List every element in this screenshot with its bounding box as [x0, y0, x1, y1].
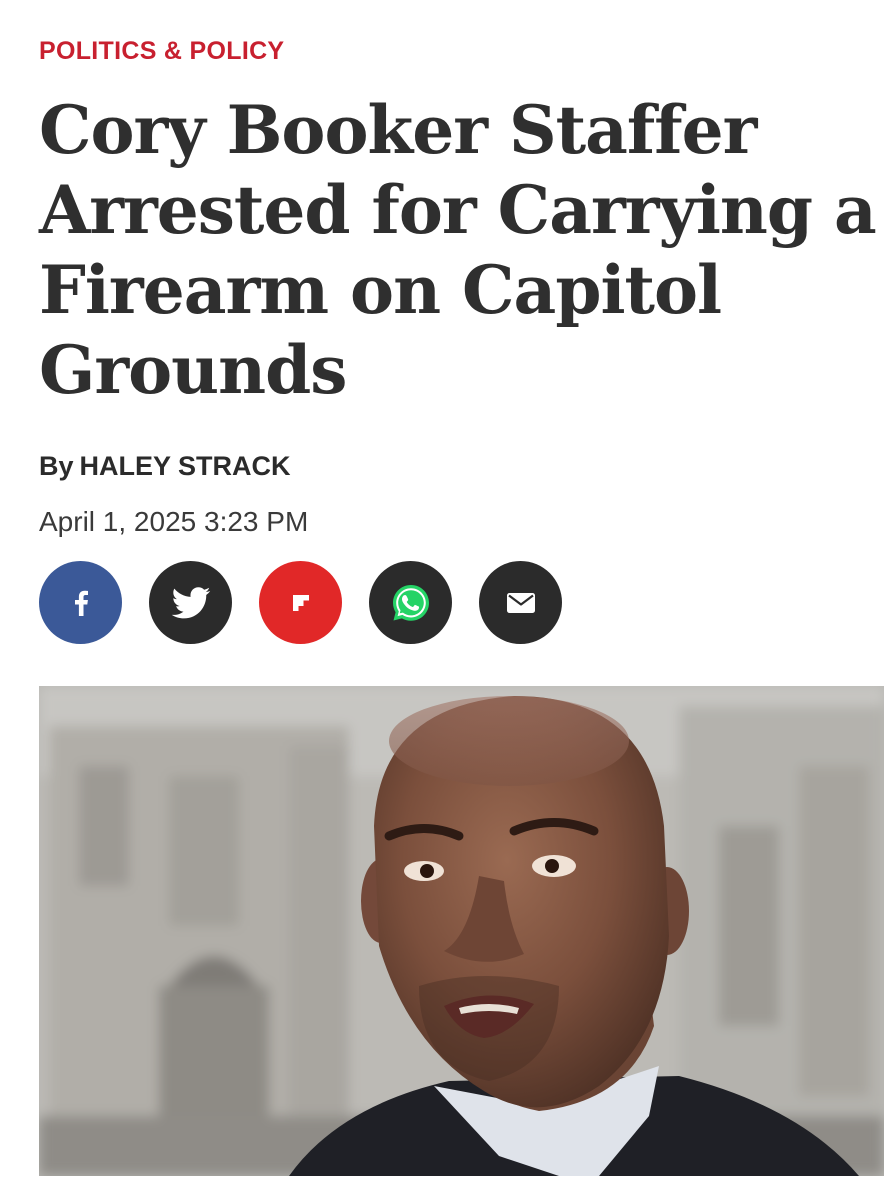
headline: Cory Booker Staffer Arrested for Carryin… [39, 91, 877, 409]
share-twitter-button[interactable] [149, 561, 232, 644]
twitter-icon [171, 586, 210, 618]
share-whatsapp-button[interactable] [369, 561, 452, 644]
hero-photo [39, 686, 884, 1176]
mail-icon [506, 592, 535, 613]
byline-prefix: By [39, 451, 74, 481]
whatsapp-icon [392, 584, 429, 621]
byline: By HALEY STRACK [39, 450, 291, 482]
category-link[interactable]: POLITICS & POLICY [39, 36, 284, 66]
publish-date: April 1, 2025 3:23 PM [39, 506, 309, 537]
author-link[interactable]: HALEY STRACK [80, 451, 291, 481]
facebook-icon [74, 590, 88, 616]
share-facebook-button[interactable] [39, 561, 122, 644]
hero-image [39, 686, 884, 1176]
share-flipboard-button[interactable] [259, 561, 342, 644]
share-bar [39, 561, 562, 644]
share-email-button[interactable] [479, 561, 562, 644]
flipboard-icon [292, 594, 309, 611]
